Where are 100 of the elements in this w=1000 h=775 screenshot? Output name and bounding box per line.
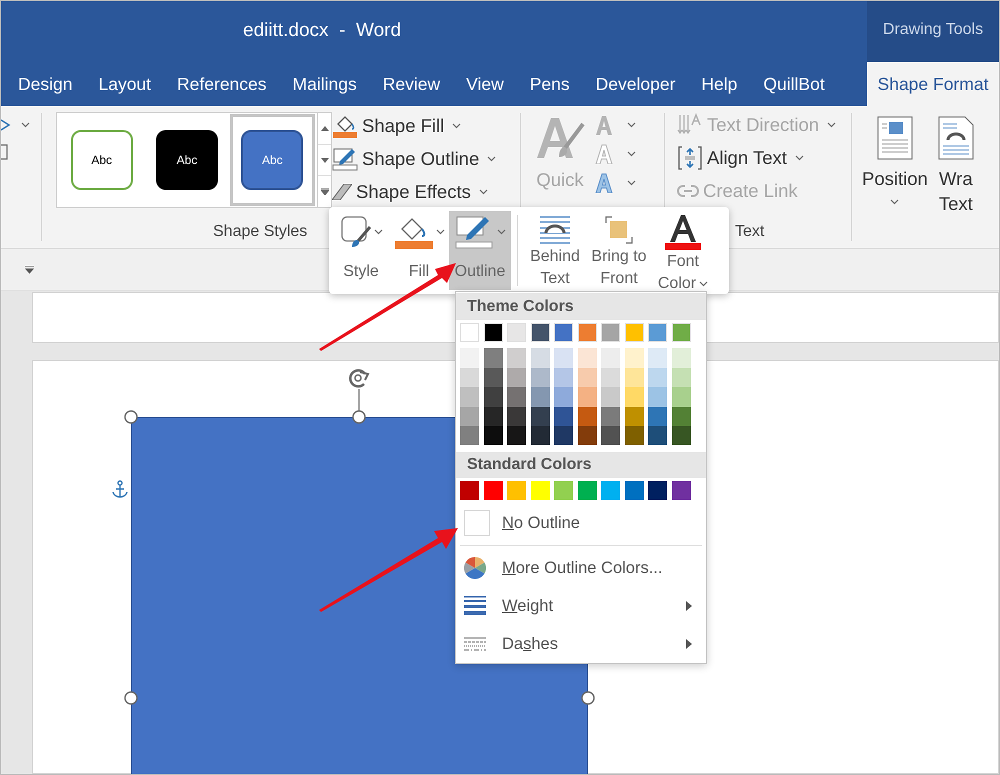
ribbon-tab[interactable]: References — [177, 62, 267, 106]
color-swatch[interactable] — [578, 426, 596, 446]
toolbar-button[interactable]: Behind Text — [524, 211, 586, 290]
color-swatch[interactable] — [554, 406, 573, 426]
menu-item[interactable]: Weight — [456, 587, 706, 625]
resize-handle[interactable] — [124, 410, 138, 424]
menu-item[interactable]: More Outline Colors... — [456, 549, 706, 587]
color-swatch[interactable] — [484, 348, 502, 368]
color-swatch[interactable] — [601, 323, 620, 342]
color-swatch[interactable] — [624, 387, 644, 406]
color-swatch[interactable] — [460, 481, 479, 500]
color-swatch[interactable] — [554, 368, 573, 388]
color-swatch[interactable] — [460, 387, 479, 406]
ribbon-tab[interactable]: Mailings — [292, 62, 357, 106]
color-swatch[interactable] — [530, 426, 550, 446]
color-swatch[interactable] — [648, 387, 667, 406]
ribbon-tab[interactable]: Pens — [530, 62, 570, 106]
color-swatch[interactable] — [648, 426, 667, 446]
shape-style-option[interactable]: Abc — [230, 114, 315, 206]
color-swatch[interactable] — [601, 426, 620, 446]
ribbon-command[interactable]: Align Text — [677, 144, 851, 172]
color-swatch[interactable] — [484, 481, 502, 500]
color-swatch[interactable] — [624, 426, 644, 446]
color-swatch[interactable] — [554, 387, 573, 406]
color-swatch[interactable] — [601, 368, 620, 388]
color-swatch[interactable] — [484, 387, 502, 406]
color-swatch[interactable] — [624, 368, 644, 388]
color-swatch[interactable] — [672, 323, 690, 342]
color-swatch[interactable] — [460, 323, 479, 342]
color-swatch[interactable] — [624, 323, 644, 342]
color-swatch[interactable] — [601, 348, 620, 368]
text-box-icon[interactable] — [1, 144, 9, 160]
ribbon-tab[interactable]: Layout — [98, 62, 152, 106]
shape-style-option[interactable]: Abc — [59, 114, 144, 206]
shape-style-option[interactable]: Abc — [144, 114, 230, 206]
color-swatch[interactable] — [672, 481, 690, 500]
color-swatch[interactable] — [460, 406, 479, 426]
color-swatch[interactable] — [578, 387, 596, 406]
color-swatch[interactable] — [507, 323, 526, 342]
color-swatch[interactable] — [530, 348, 550, 368]
color-swatch[interactable] — [578, 481, 596, 500]
color-swatch[interactable] — [672, 406, 690, 426]
color-swatch[interactable] — [507, 481, 526, 500]
ribbon-command[interactable]: Shape Effects — [332, 178, 520, 206]
color-swatch[interactable] — [648, 348, 667, 368]
color-swatch[interactable] — [460, 426, 479, 446]
color-swatch[interactable] — [460, 348, 479, 368]
ribbon-command[interactable]: Shape Fill — [332, 112, 520, 140]
color-swatch[interactable] — [530, 323, 550, 342]
color-swatch[interactable] — [484, 368, 502, 388]
color-swatch[interactable] — [601, 387, 620, 406]
ribbon-tab[interactable]: View — [466, 62, 504, 106]
arrange-button[interactable]: Position — [862, 116, 928, 248]
resize-handle[interactable] — [124, 691, 138, 705]
ribbon-command[interactable]: Shape Outline — [332, 145, 520, 173]
color-swatch[interactable] — [554, 323, 573, 342]
color-swatch[interactable] — [648, 323, 667, 342]
text-effects-icon[interactable] — [595, 173, 613, 193]
color-swatch[interactable] — [624, 481, 644, 500]
ribbon-tab[interactable]: QuillBot — [763, 62, 825, 106]
arrange-button[interactable]: Wra Text — [938, 116, 974, 248]
ribbon-tab[interactable]: Review — [382, 62, 440, 106]
color-swatch[interactable] — [624, 406, 644, 426]
edit-points-icon[interactable] — [1, 118, 13, 132]
menu-item[interactable]: Dashes — [456, 625, 706, 663]
text-fill-icon[interactable] — [595, 115, 613, 135]
color-swatch[interactable] — [672, 426, 690, 446]
color-swatch[interactable] — [507, 387, 526, 406]
color-swatch[interactable] — [672, 348, 690, 368]
color-swatch[interactable] — [554, 348, 573, 368]
color-swatch[interactable] — [554, 481, 573, 500]
color-swatch[interactable] — [530, 481, 550, 500]
color-swatch[interactable] — [507, 368, 526, 388]
color-swatch[interactable] — [578, 323, 596, 342]
ribbon-tab[interactable]: Help — [701, 62, 738, 106]
color-swatch[interactable] — [484, 406, 502, 426]
color-swatch[interactable] — [624, 348, 644, 368]
color-swatch[interactable] — [672, 368, 690, 388]
color-swatch[interactable] — [507, 426, 526, 446]
color-swatch[interactable] — [530, 387, 550, 406]
color-swatch[interactable] — [648, 481, 667, 500]
toolbar-button[interactable]: Style — [333, 211, 389, 290]
color-swatch[interactable] — [554, 426, 573, 446]
ribbon-tab[interactable]: Developer — [596, 62, 676, 106]
color-swatch[interactable] — [601, 406, 620, 426]
color-swatch[interactable] — [578, 368, 596, 388]
color-swatch[interactable] — [484, 426, 502, 446]
color-swatch[interactable] — [672, 387, 690, 406]
ribbon-tab[interactable]: Design — [18, 62, 72, 106]
color-swatch[interactable] — [530, 368, 550, 388]
text-outline-icon[interactable] — [595, 144, 613, 164]
color-swatch[interactable] — [507, 406, 526, 426]
color-swatch[interactable] — [507, 348, 526, 368]
color-swatch[interactable] — [648, 406, 667, 426]
customize-toolbar-icon[interactable] — [25, 266, 34, 274]
color-swatch[interactable] — [648, 368, 667, 388]
color-swatch[interactable] — [601, 481, 620, 500]
ribbon-tab[interactable]: Shape Format — [867, 62, 999, 106]
resize-handle[interactable] — [352, 410, 366, 424]
toolbar-button[interactable]: Bring to Front — [588, 211, 650, 290]
